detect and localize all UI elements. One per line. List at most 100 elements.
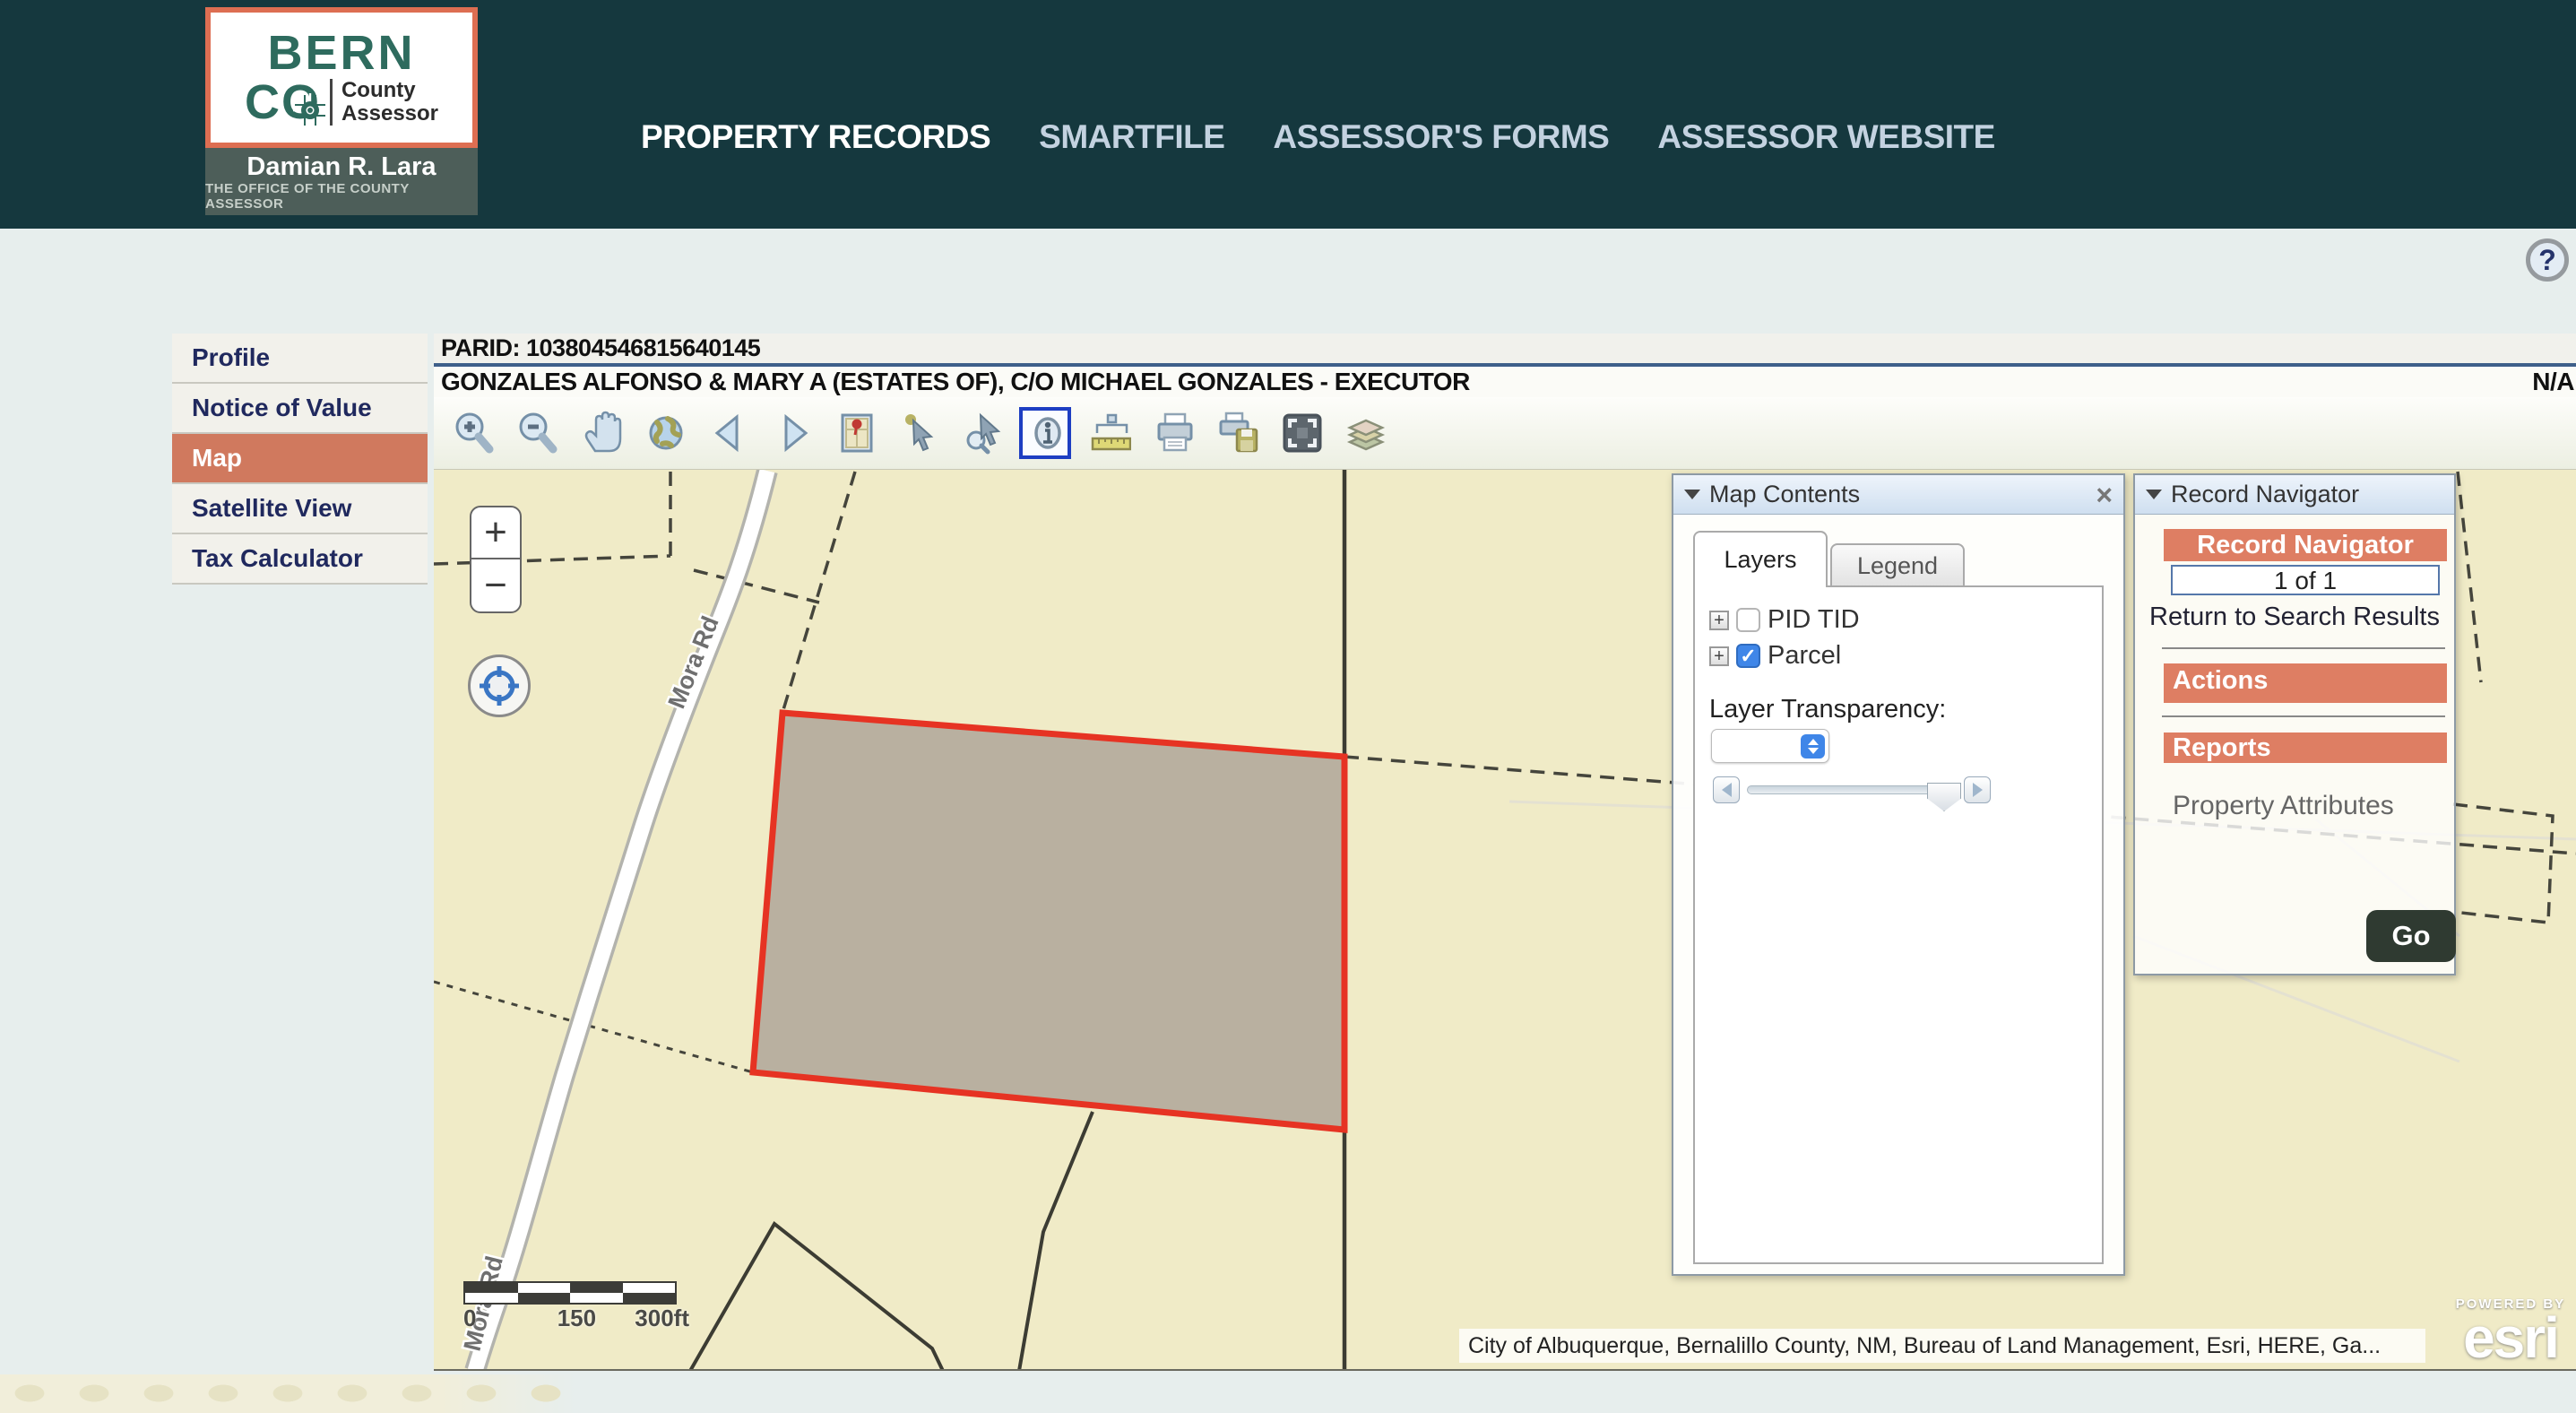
select-tool-button[interactable] [892, 407, 944, 459]
pan-tool-button[interactable] [574, 407, 626, 459]
assessor-name: Damian R. Lara [246, 152, 436, 181]
record-navigator-title: Record Navigator [2171, 481, 2359, 508]
record-navigator-bar: Record Navigator [2164, 529, 2447, 561]
map-contents-title: Map Contents [1709, 481, 1860, 508]
layers-icon [1341, 408, 1386, 458]
nav-property-records[interactable]: PROPERTY RECORDS [641, 118, 990, 156]
logo-line2: CO [245, 78, 321, 126]
slider-track[interactable] [1747, 785, 1958, 794]
map-contents-header[interactable]: Map Contents × [1673, 475, 2123, 515]
zia-sun-icon [291, 89, 329, 137]
background-pattern [0, 1374, 587, 1413]
record-navigator-header[interactable]: Record Navigator [2135, 475, 2454, 515]
slider-left-button[interactable] [1713, 776, 1740, 803]
collapse-arrow-icon[interactable] [1684, 490, 1700, 499]
overview-map-icon [832, 408, 877, 458]
slider-right-button[interactable] [1964, 776, 1991, 803]
map-zoom-in-button[interactable]: + [471, 507, 520, 559]
logo-top: BERN CO [205, 7, 478, 148]
help-icon[interactable]: ? [2526, 238, 2569, 282]
close-icon[interactable]: × [2096, 481, 2113, 508]
tab-layers[interactable]: Layers [1693, 531, 1828, 587]
select-pointer-icon [895, 408, 940, 458]
sidebar-item-satellite-view[interactable]: Satellite View [172, 484, 428, 534]
overview-map-button[interactable] [828, 407, 880, 459]
previous-extent-button[interactable] [701, 407, 753, 459]
parcel-checkbox[interactable] [1736, 644, 1760, 668]
map-contents-panel: Map Contents × Layers Legend PID TID Par… [1672, 473, 2125, 1276]
nav-smartfile[interactable]: SMARTFILE [1039, 118, 1224, 156]
measure-icon [1086, 408, 1131, 458]
zoom-out-tool-button[interactable] [510, 407, 562, 459]
map-toolbar [434, 397, 2576, 470]
return-to-search-results-link[interactable]: Return to Search Results [2135, 602, 2454, 632]
esri-logo: POWERED BY esri [2452, 1296, 2569, 1364]
collapse-arrow-icon[interactable] [2146, 490, 2162, 499]
map-zoom-control: + − [470, 506, 522, 613]
reports-section-bar[interactable]: Reports [2164, 733, 2447, 763]
sidebar-item-profile[interactable]: Profile [172, 334, 428, 384]
logo-row2: CO County [245, 78, 438, 126]
top-nav: PROPERTY RECORDS SMARTFILE ASSESSOR'S FO… [641, 118, 1995, 156]
full-extent-globe-button[interactable] [637, 407, 689, 459]
map-viewport[interactable]: Mora Rd Mora Rd + − 0 150 300ft [434, 470, 2576, 1371]
expand-plus-icon[interactable] [1709, 611, 1729, 630]
print-tool-button[interactable] [1146, 407, 1198, 459]
tab-legend[interactable]: Legend [1830, 543, 1965, 586]
next-extent-button[interactable] [765, 407, 817, 459]
actions-section-bar[interactable]: Actions [2164, 663, 2447, 703]
forward-arrow-icon [768, 408, 813, 458]
transparency-slider [1713, 774, 2009, 806]
owner-right-value: N/A [2532, 367, 2574, 397]
page: BERN CO [0, 0, 2576, 1413]
sidebar-item-notice-of-value[interactable]: Notice of Value [172, 384, 428, 434]
print-icon [1150, 408, 1195, 458]
select-zoom-tool-button[interactable] [955, 407, 1007, 459]
divider [2162, 715, 2445, 717]
left-triangle-icon [1722, 783, 1732, 797]
transparency-select[interactable] [1711, 729, 1829, 763]
go-button[interactable]: Go [2366, 910, 2456, 962]
nav-assessors-forms[interactable]: ASSESSOR'S FORMS [1273, 118, 1609, 156]
zoom-in-tool-button[interactable] [446, 407, 498, 459]
record-position-field[interactable]: 1 of 1 [2171, 565, 2440, 595]
select-zoom-icon [959, 408, 1004, 458]
map-zoom-out-button[interactable]: − [471, 559, 520, 611]
scale-start-label: 0 [463, 1305, 476, 1332]
locate-crosshair-button[interactable] [468, 654, 531, 717]
parid-row: PARID: 103804546815640145 [434, 334, 2576, 363]
sidebar: Profile Notice of Value Map Satellite Vi… [172, 334, 428, 585]
export-icon [1214, 408, 1258, 458]
full-screen-icon [1277, 408, 1322, 458]
scale-end-label: 300ft [635, 1305, 689, 1332]
layers-tab-content: PID TID Parcel Layer Transparency: [1693, 585, 2104, 1264]
measure-tool-button[interactable] [1083, 407, 1135, 459]
assessor-office-caption: THE OFFICE OF THE COUNTY ASSESSOR [205, 181, 478, 212]
globe-icon [641, 408, 686, 458]
scale-bar: 0 150 300ft [463, 1281, 677, 1331]
logo-line1: BERN [267, 30, 415, 76]
layers-tool-button[interactable] [1337, 407, 1389, 459]
layer-row-parcel: Parcel [1709, 641, 1841, 671]
right-triangle-icon [1973, 783, 1983, 797]
full-screen-tool-button[interactable] [1274, 407, 1326, 459]
selected-parcel-polygon [753, 713, 1344, 1130]
sidebar-item-tax-calculator[interactable]: Tax Calculator [172, 534, 428, 585]
nav-assessor-website[interactable]: ASSESSOR WEBSITE [1657, 118, 1994, 156]
zoom-out-icon [514, 408, 558, 458]
layer-row-pid-tid: PID TID [1709, 605, 1860, 635]
property-attributes-link[interactable]: Property Attributes [2173, 791, 2394, 821]
identify-tool-button[interactable] [1019, 407, 1071, 459]
crosshair-icon [474, 661, 524, 711]
logo-officer-block: Damian R. Lara THE OFFICE OF THE COUNTY … [205, 148, 478, 215]
scale-bar-graphic [463, 1281, 677, 1305]
pid-tid-checkbox[interactable] [1736, 608, 1760, 632]
export-tool-button[interactable] [1210, 407, 1262, 459]
pan-hand-icon [577, 408, 622, 458]
app-header: BERN CO [0, 0, 2576, 229]
layer-label-parcel: Parcel [1768, 641, 1841, 671]
expand-plus-icon[interactable] [1709, 646, 1729, 666]
sidebar-item-map[interactable]: Map [172, 434, 428, 484]
slider-thumb[interactable] [1927, 783, 1961, 811]
bernco-logo[interactable]: BERN CO [205, 7, 478, 215]
